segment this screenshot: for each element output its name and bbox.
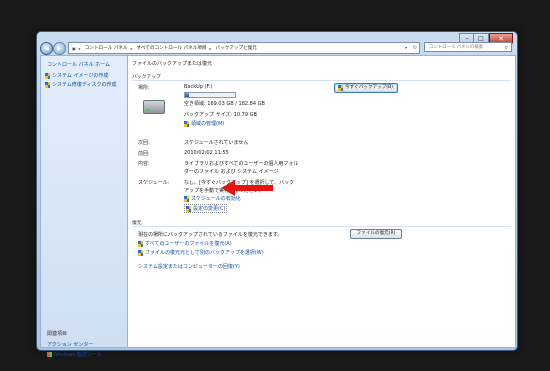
red-arrow-annotation	[221, 180, 273, 196]
refresh-icon[interactable]: ↻	[413, 43, 417, 53]
forward-button[interactable]: ▶	[53, 42, 66, 55]
back-arrow-icon: ◀	[44, 45, 49, 52]
restore-all-users-label: すべてのユーザーのファイルを復元(A)	[145, 241, 232, 247]
sidebar-home-link[interactable]: コントロール パネル ホーム	[47, 61, 110, 68]
select-other-backup-link[interactable]: ファイルの復元元として別のバックアップを選択(W)	[138, 249, 264, 256]
address-bar[interactable]: ▣ ▸ コントロール パネル ▸ すべてのコントロール パネル項目 ▸ バックア…	[68, 42, 420, 54]
contents-line-2: ダーのファイル および システム イメージ	[184, 169, 279, 175]
search-input[interactable]: コントロール パネルの検索 ⌕	[424, 42, 512, 52]
free-space-text: 空き領域: 169.03 GB / 182.84 GB	[184, 101, 265, 107]
contents-line-1: ライブラリおよびすべてのユーザーの個人用フォル	[184, 161, 299, 167]
manage-space-link[interactable]: 領域の管理(M)	[184, 120, 224, 127]
forward-arrow-icon: ▶	[57, 45, 62, 52]
uac-shield-icon	[338, 85, 343, 91]
uac-shield-icon	[184, 120, 189, 127]
breadcrumb-item[interactable]: すべてのコントロール パネル項目	[137, 45, 207, 51]
uac-shield-icon	[184, 195, 189, 202]
search-icon[interactable]: ⌕	[505, 43, 508, 53]
uac-shield-icon	[138, 249, 143, 256]
restore-description: 現在の場所にバックアップされているファイルを復元できます。	[138, 232, 283, 238]
uac-shield-icon	[138, 240, 143, 247]
drive-name: BackUp (F:)	[184, 84, 213, 90]
recover-system-link[interactable]: システム設定またはコンピューターの回復(Y)	[138, 263, 240, 270]
sidebar-item-windows-easy-transfer[interactable]: Windows 転送ツール	[47, 351, 102, 358]
uac-shield-icon	[186, 205, 191, 212]
back-button[interactable]: ◀	[40, 42, 53, 55]
select-other-backup-label: ファイルの復元元として別のバックアップを選択(W)	[145, 250, 264, 256]
location-label: 場所:	[138, 85, 150, 91]
change-settings-link[interactable]: 設定の変更(C)	[184, 204, 228, 213]
drive-usage-bar	[184, 92, 236, 98]
address-dropdown-icon[interactable]: ▾	[405, 43, 407, 53]
restore-section-divider	[132, 226, 511, 227]
sidebar-item-create-repair-disc[interactable]: システム修復ディスクの作成	[45, 81, 117, 88]
breadcrumb-separator-icon[interactable]: ▸	[210, 46, 212, 51]
sidebar-item-create-system-image[interactable]: システム イメージの作成	[45, 72, 108, 79]
drive-usage-fill	[185, 93, 189, 97]
uac-shield-icon	[45, 72, 50, 79]
address-row: ◀ ▶ ▣ ▸ コントロール パネル ▸ すべてのコントロール パネル項目 ▸ …	[40, 42, 514, 55]
windows-easy-transfer-icon	[47, 352, 52, 357]
contents-label: 内容:	[138, 161, 150, 167]
backup-section-divider	[132, 80, 511, 81]
change-settings-label: 設定の変更(C)	[193, 206, 226, 212]
uac-shield-icon	[45, 81, 50, 88]
drive-icon	[143, 100, 165, 114]
sidebar-item-label: Windows 転送ツール	[53, 352, 102, 358]
last-label: 前回:	[138, 151, 150, 157]
main-content: ファイルのバックアップまたは復元 バックアップ 場所: BackUp (F:) …	[127, 55, 516, 348]
breadcrumb-separator-icon[interactable]: ▸	[131, 46, 133, 51]
backup-section-title: バックアップ	[132, 75, 161, 80]
manage-space-label: 領域の管理(M)	[191, 121, 225, 127]
breadcrumb-separator-icon[interactable]: ▸	[79, 46, 81, 51]
enable-schedule-link[interactable]: スケジュールの有効化	[184, 195, 241, 202]
backup-size-text: バックアップ サイズ: 10.79 GB	[184, 112, 257, 118]
enable-schedule-label: スケジュールの有効化	[191, 196, 241, 202]
next-value: スケジュールされていません	[184, 140, 249, 146]
last-value: 2010/02/02 11:55	[184, 150, 229, 156]
control-panel-icon: ▣	[72, 45, 76, 51]
control-panel-window: – □ ✕ ◀ ▶ ▣ ▸ コントロール パネル ▸ すべてのコントロール パネ…	[36, 31, 518, 358]
backup-now-label: 今すぐバックアップ(B)	[344, 85, 394, 90]
backup-now-button[interactable]: 今すぐバックアップ(B)	[334, 83, 398, 93]
schedule-label: スケジュール:	[138, 180, 170, 186]
sidebar-item-action-center[interactable]: アクション センター	[47, 341, 93, 348]
breadcrumb-item[interactable]: バックアップと復元	[216, 45, 257, 51]
restore-all-users-link[interactable]: すべてのユーザーのファイルを復元(A)	[138, 240, 232, 247]
search-placeholder: コントロール パネルの検索	[429, 45, 484, 50]
restore-files-button[interactable]: ファイルの復元(R)	[350, 229, 402, 239]
breadcrumb-item[interactable]: コントロール パネル	[85, 45, 128, 51]
sidebar-item-label: システム イメージの作成	[52, 73, 109, 79]
page-title: ファイルのバックアップまたは復元	[132, 61, 213, 67]
sidebar: コントロール パネル ホーム システム イメージの作成 システム修復ディスクの作…	[40, 55, 127, 358]
see-also-heading: 関連項目	[47, 331, 68, 337]
restore-section-title: 復元	[132, 221, 142, 226]
sidebar-item-label: システム修復ディスクの作成	[52, 82, 117, 88]
next-label: 次回:	[138, 140, 150, 146]
